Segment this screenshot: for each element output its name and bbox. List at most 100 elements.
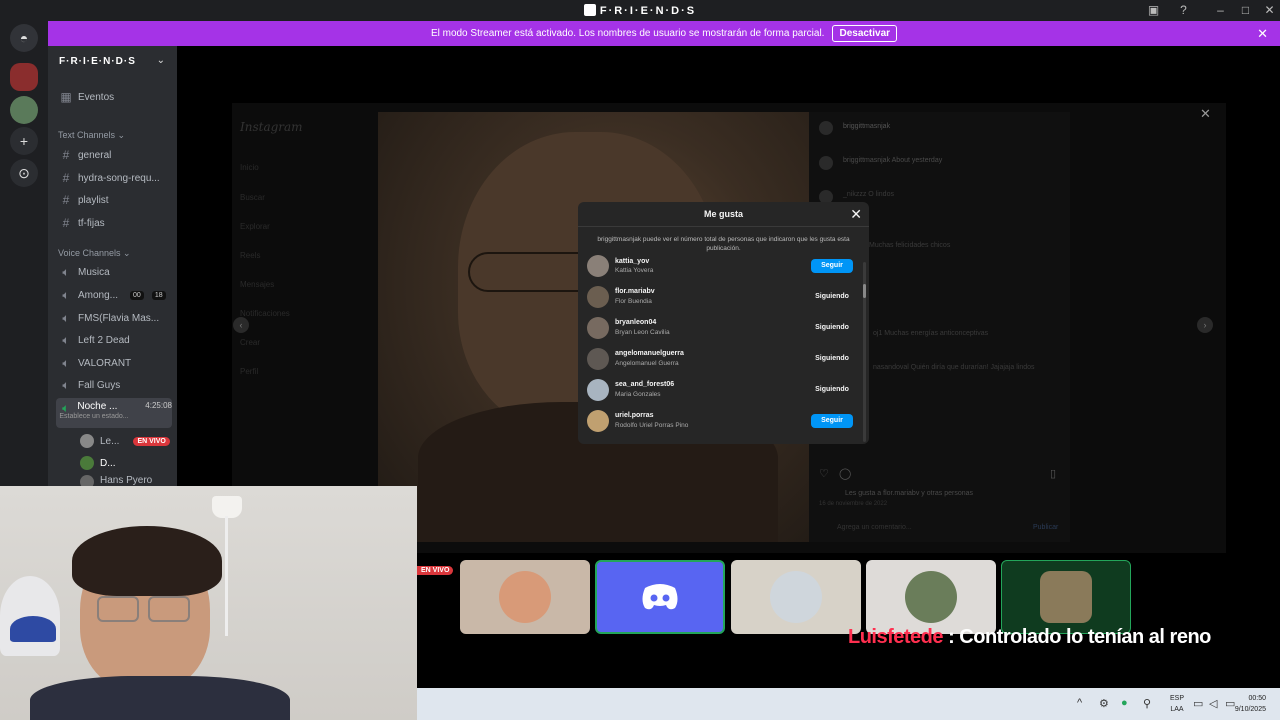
like-row: uriel.porras Rodolfo Uriel Porras Pino S… [587,409,857,435]
chat-message: : Controlado lo tenían al reno [943,626,1211,648]
like-row: bryanleon04 Bryan Leon Cavilia Siguiendo [587,316,857,342]
like-username: flor.mariabv [615,288,655,295]
disable-streamer-button[interactable]: Desactivar [832,25,898,42]
voice-channel-among[interactable]: 🔈︎ Among... 00 18 [56,285,172,305]
channel-hydra[interactable]: # hydra-song-requ... [56,168,172,188]
voice-channel-left4dead[interactable]: 🔈︎ Left 2 Dead [56,330,172,350]
minimize-icon[interactable]: – [1213,3,1228,18]
avatar [819,156,833,170]
following-button: Siguiendo [815,355,849,362]
channel-timer: 4:25:08 [145,401,172,410]
comment: _nikzzz O lindos [843,191,894,198]
like-fullname: Rodolfo Uriel Porras Pino [615,422,689,429]
channel-label: VALORANT [78,357,132,369]
ig-nav-item: Explorar [240,222,270,231]
channel-tf-fijas[interactable]: # tf-fijas [56,213,172,233]
help-icon[interactable]: ? [1176,3,1191,18]
member-hans[interactable]: Hans Pyero [76,475,172,486]
text-category[interactable]: Text Channels ⌄ [58,130,125,141]
close-window-icon[interactable]: ✕ [1262,3,1277,18]
avatar [587,379,609,401]
avatar [587,286,609,308]
battery-icon[interactable]: ▭ [1225,697,1235,710]
member-d[interactable]: D... [76,453,172,473]
modal-title: Me gusta [703,209,743,219]
server-icon-friends[interactable] [10,63,38,91]
likes-summary: Les gusta a flor.mariabv y otras persona… [845,490,974,497]
participant-tile[interactable] [460,560,590,634]
post-username: briggittmasnjak [843,123,891,130]
live-badge: EN VIVO [417,566,454,575]
likes-modal: Me gusta ✕ briggittmasnjak puede ver el … [578,202,869,444]
chevron-down-icon[interactable]: ⌄ [157,55,165,66]
voice-channel-musica[interactable]: 🔈︎ Musica [56,262,172,282]
comment: oj1 Muchas energías anticonceptivas [873,330,989,337]
channel-label: Fall Guys [78,379,121,391]
like-username: kattia_yov [615,258,650,265]
streamer-mode-banner: El modo Streamer está activado. Los nomb… [48,21,1280,46]
speaker-icon: 🔈︎ [62,287,70,302]
post-date: 16 de noviembre de 2022 [819,501,888,507]
voice-category[interactable]: Voice Channels ⌄ [58,248,131,259]
like-row: angelomanuelguerra Angelomanuel Guerra S… [587,347,857,373]
hash-icon: # [62,193,70,207]
inbox-icon[interactable]: ▣ [1146,3,1161,18]
title-bar: F·R·I·E·N·D·S ▣ ? – □ ✕ [0,0,1280,21]
add-server-icon[interactable]: + [10,127,38,155]
network-icon[interactable]: ▭ [1193,697,1203,710]
voice-channel-valorant[interactable]: 🔈︎ VALORANT [56,353,172,373]
tray-app-icon[interactable]: ● [1121,697,1128,709]
hash-icon: # [62,148,70,162]
heart-icon: ♡ [819,468,829,480]
server-name[interactable]: F·R·I·E·N·D·S [59,56,136,67]
avatar [587,348,609,370]
tray-app-icon[interactable]: ⚙ [1099,697,1109,710]
close-banner-icon[interactable]: ✕ [1257,26,1268,42]
avatar [905,571,957,623]
clock[interactable]: 00:50 9/10/2025 [1235,693,1266,715]
participant-tile[interactable] [731,560,861,634]
channel-label: Among... [78,289,119,301]
voice-category-label: Voice Channels [58,248,121,258]
events-item[interactable]: ▦ Eventos [56,87,172,107]
publish-button: Publicar [1033,524,1059,531]
streamer-body [30,676,290,720]
window-title-text: F·R·I·E·N·D·S [599,5,697,17]
user-limit-badge: 18 [151,290,166,300]
hash-icon: # [62,216,70,230]
ig-nav-item: Perfil [240,367,259,376]
glasses-right [148,596,190,622]
speaker-icon: 🔈︎ [62,355,70,370]
discord-home-icon[interactable]: ◓ [10,24,38,52]
voice-channel-fms[interactable]: 🔈︎ FMS(Flavia Mas... [56,308,172,328]
channel-label: Musica [78,266,110,278]
participant-tile[interactable] [595,560,725,634]
windows-taskbar: ^ ⚙ ● ⚲ ESP LAA ▭ ◁ ▭ 00:50 9/10/2025 [417,688,1280,720]
avatar [587,255,609,277]
maximize-icon[interactable]: □ [1238,3,1253,18]
speaker-icon: 🔈︎ [62,264,70,279]
streamer-hair [72,526,222,596]
avatar [499,571,551,623]
close-post-icon: ✕ [1200,106,1211,121]
chevron-up-icon[interactable]: ^ [1077,697,1082,709]
ig-nav-item: Mensajes [240,280,275,289]
discover-icon[interactable]: ⊙ [10,159,38,187]
following-button: Siguiendo [815,386,849,393]
channel-playlist[interactable]: # playlist [56,190,172,210]
channel-status[interactable]: Establece un estado... [59,413,128,420]
next-arrow-icon: › [1197,317,1213,333]
voice-channel-fallguys[interactable]: 🔈︎ Fall Guys [56,375,172,395]
member-le[interactable]: Le... EN VIVO [76,431,172,451]
voice-channel-active[interactable]: 🔈︎ Noche ... 4:25:08 Establece un estado… [56,398,172,428]
channel-label: FMS(Flavia Mas... [78,312,160,324]
volume-icon[interactable]: ◁ [1209,697,1217,710]
tray-app-icon[interactable]: ⚲ [1143,697,1151,710]
server-icon-2[interactable] [10,96,38,124]
webcam-feed [0,486,417,720]
post-caption: briggittmasnjak About yesterday [843,157,943,164]
events-label: Eventos [78,91,115,103]
channel-general[interactable]: # general [56,145,172,165]
close-modal-icon: ✕ [850,206,862,222]
language-indicator[interactable]: ESP LAA [1170,693,1184,715]
